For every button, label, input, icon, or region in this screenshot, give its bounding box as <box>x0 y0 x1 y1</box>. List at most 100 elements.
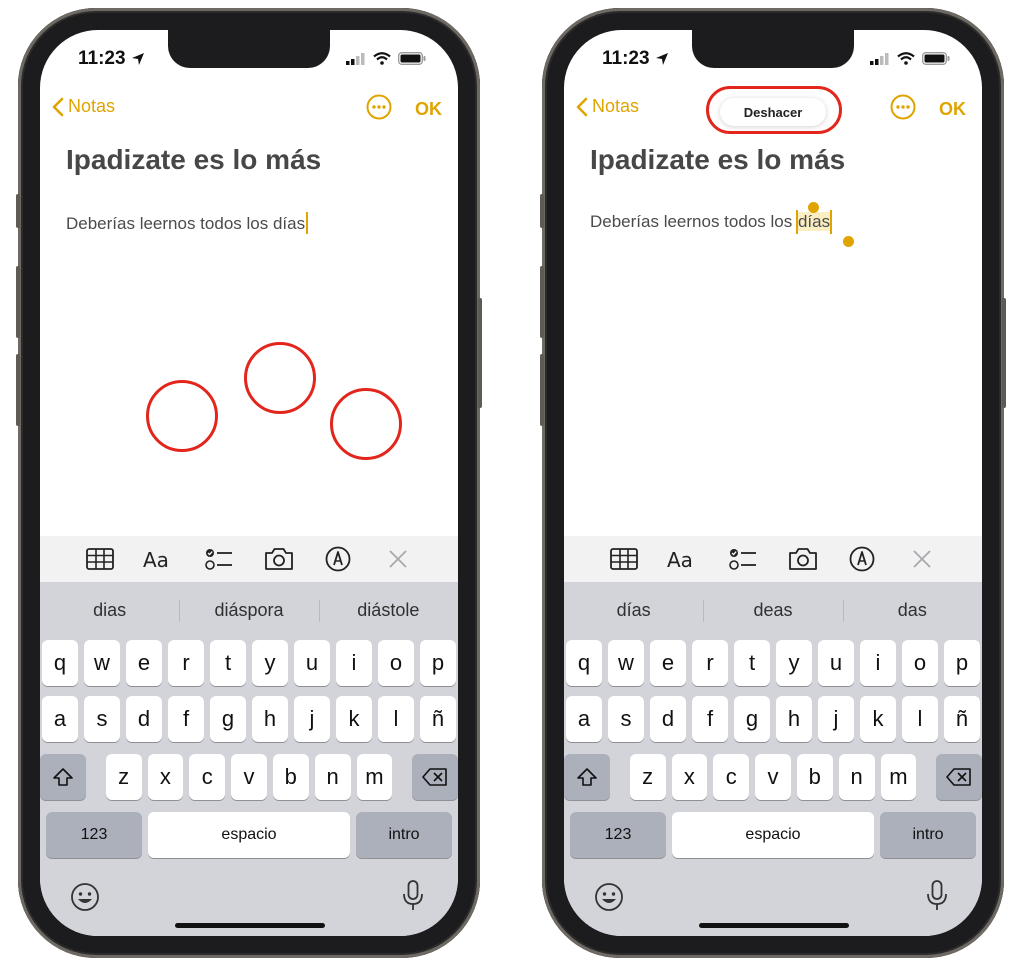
key-o[interactable]: o <box>902 640 938 686</box>
key-y[interactable]: y <box>776 640 812 686</box>
format-text-button[interactable]: Aa <box>142 542 176 576</box>
key-u[interactable]: u <box>294 640 330 686</box>
key-i[interactable]: i <box>336 640 372 686</box>
key-y[interactable]: y <box>252 640 288 686</box>
key-f[interactable]: f <box>692 696 728 742</box>
key-d[interactable]: d <box>126 696 162 742</box>
checklist-button[interactable] <box>202 542 236 576</box>
suggestion-item[interactable]: deas <box>703 590 842 630</box>
selection-end-handle[interactable] <box>843 236 854 247</box>
table-button[interactable] <box>607 542 641 576</box>
key-g[interactable]: g <box>210 696 246 742</box>
dictation-button[interactable] <box>402 880 424 917</box>
key-t[interactable]: t <box>734 640 770 686</box>
shift-key[interactable] <box>40 754 86 800</box>
ok-button[interactable]: OK <box>415 99 442 120</box>
suggestion-item[interactable]: diástole <box>318 590 458 630</box>
key-v[interactable]: v <box>231 754 267 800</box>
key-h[interactable]: h <box>252 696 288 742</box>
key-z[interactable]: z <box>629 754 666 800</box>
key-x[interactable]: x <box>147 754 184 800</box>
key-d[interactable]: d <box>650 696 686 742</box>
key-e[interactable]: e <box>126 640 162 686</box>
note-title[interactable]: Ipadizate es lo más <box>590 144 845 176</box>
camera-button[interactable] <box>786 542 820 576</box>
space-key[interactable]: espacio <box>672 812 874 858</box>
delete-key[interactable] <box>936 754 982 800</box>
back-button[interactable]: Notas <box>576 96 639 117</box>
suggestion-item[interactable]: diáspora <box>179 590 318 630</box>
key-q[interactable]: q <box>42 640 78 686</box>
key-k[interactable]: k <box>336 696 372 742</box>
camera-icon <box>788 548 817 570</box>
key-k[interactable]: k <box>860 696 896 742</box>
key-r[interactable]: r <box>168 640 204 686</box>
more-button[interactable] <box>890 94 916 125</box>
close-toolbar-button[interactable] <box>381 542 415 576</box>
note-body[interactable]: Deberías leernos todos los días <box>590 212 832 232</box>
key-b[interactable]: b <box>796 754 833 800</box>
close-toolbar-button[interactable] <box>905 542 939 576</box>
suggestion-item[interactable]: días <box>564 590 703 630</box>
key-c[interactable]: c <box>189 754 226 800</box>
key-s[interactable]: s <box>608 696 644 742</box>
selection-start-handle[interactable] <box>808 202 819 213</box>
key-u[interactable]: u <box>818 640 854 686</box>
key-n[interactable]: n <box>838 754 875 800</box>
delete-key[interactable] <box>412 754 458 800</box>
key-i[interactable]: i <box>860 640 896 686</box>
emoji-button[interactable] <box>594 882 624 917</box>
suggestion-item[interactable]: das <box>842 590 982 630</box>
key-v[interactable]: v <box>755 754 791 800</box>
key-n-tilde[interactable]: ñ <box>420 696 456 742</box>
key-j[interactable]: j <box>294 696 330 742</box>
more-button[interactable] <box>366 94 392 125</box>
checklist-button[interactable] <box>726 542 760 576</box>
markup-button[interactable] <box>321 542 355 576</box>
key-n[interactable]: n <box>314 754 351 800</box>
key-w[interactable]: w <box>608 640 644 686</box>
key-b[interactable]: b <box>272 754 309 800</box>
key-z[interactable]: z <box>105 754 142 800</box>
note-title[interactable]: Ipadizate es lo más <box>66 144 321 176</box>
key-o[interactable]: o <box>378 640 414 686</box>
back-button[interactable]: Notas <box>52 96 115 117</box>
ok-button[interactable]: OK <box>939 99 966 120</box>
shift-key[interactable] <box>564 754 610 800</box>
note-body[interactable]: Deberías leernos todos los días <box>66 212 309 234</box>
key-n-tilde[interactable]: ñ <box>944 696 980 742</box>
key-m[interactable]: m <box>880 754 917 800</box>
key-a[interactable]: a <box>566 696 602 742</box>
key-p[interactable]: p <box>944 640 980 686</box>
key-c[interactable]: c <box>713 754 750 800</box>
markup-button[interactable] <box>845 542 879 576</box>
emoji-button[interactable] <box>70 882 100 917</box>
space-key[interactable]: espacio <box>148 812 350 858</box>
key-q[interactable]: q <box>566 640 602 686</box>
return-key[interactable]: intro <box>356 812 452 858</box>
return-key[interactable]: intro <box>880 812 976 858</box>
selected-text[interactable]: días <box>796 212 832 231</box>
key-a[interactable]: a <box>42 696 78 742</box>
key-m[interactable]: m <box>356 754 393 800</box>
key-g[interactable]: g <box>734 696 770 742</box>
key-f[interactable]: f <box>168 696 204 742</box>
key-e[interactable]: e <box>650 640 686 686</box>
suggestion-item[interactable]: dias <box>40 590 179 630</box>
camera-button[interactable] <box>262 542 296 576</box>
numbers-key[interactable]: 123 <box>46 812 142 858</box>
key-s[interactable]: s <box>84 696 120 742</box>
key-t[interactable]: t <box>210 640 246 686</box>
dictation-button[interactable] <box>926 880 948 917</box>
key-w[interactable]: w <box>84 640 120 686</box>
format-text-button[interactable]: Aa <box>666 542 700 576</box>
key-l[interactable]: l <box>378 696 414 742</box>
key-j[interactable]: j <box>818 696 854 742</box>
key-p[interactable]: p <box>420 640 456 686</box>
key-r[interactable]: r <box>692 640 728 686</box>
table-button[interactable] <box>83 542 117 576</box>
key-l[interactable]: l <box>902 696 938 742</box>
key-h[interactable]: h <box>776 696 812 742</box>
numbers-key[interactable]: 123 <box>570 812 666 858</box>
key-x[interactable]: x <box>671 754 708 800</box>
